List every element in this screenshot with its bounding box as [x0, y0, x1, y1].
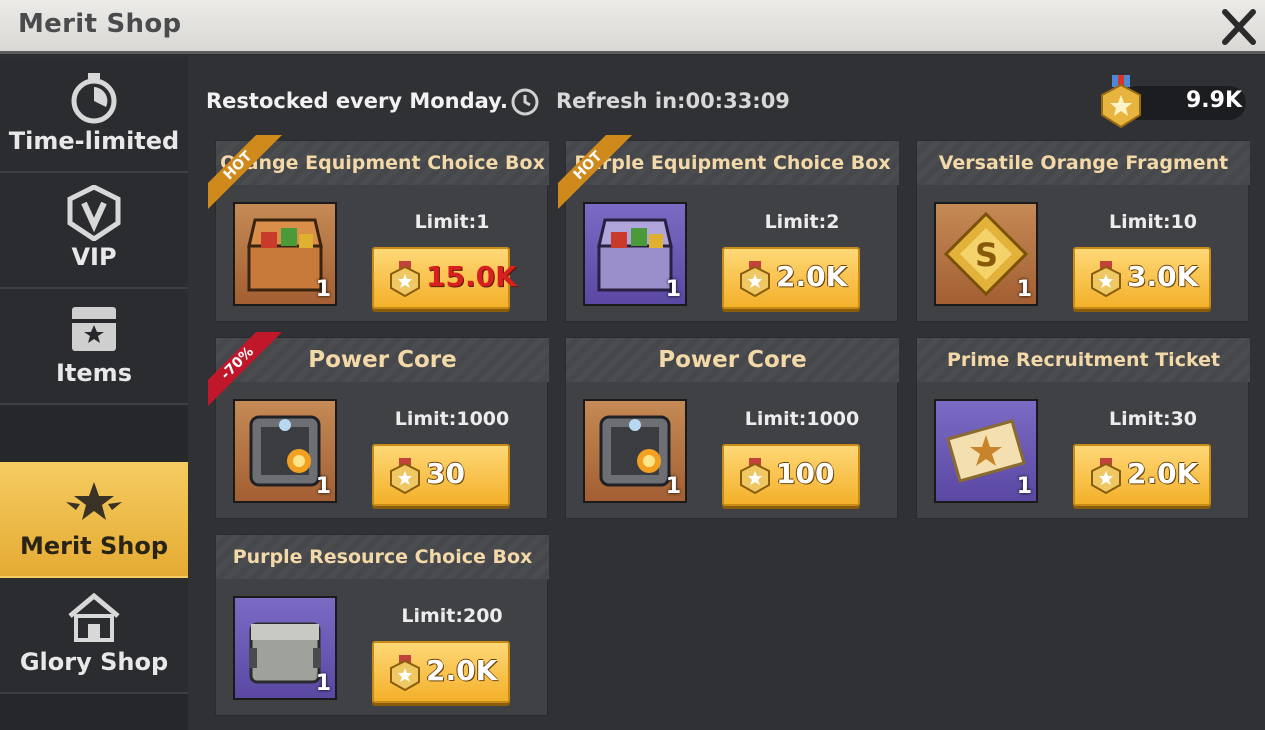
shop-house-icon: [68, 592, 120, 642]
item-limit: Limit:1000: [744, 408, 860, 430]
refresh-timer: Refresh in:00:33:09: [556, 89, 790, 113]
buy-button[interactable]: 2.0K: [1073, 444, 1211, 506]
merit-medal-icon: [740, 458, 770, 494]
merit-medal-icon: [390, 655, 420, 691]
shop-item-card: Prime Recruitment Ticket 1 Limit:30 2.0K: [916, 337, 1250, 519]
item-limit: Limit:2: [764, 211, 840, 233]
item-thumbnail[interactable]: 1: [233, 202, 337, 306]
stopwatch-icon: [71, 73, 117, 124]
item-thumbnail[interactable]: 1: [233, 399, 337, 503]
sidebar-item-glory-shop[interactable]: Glory Shop: [0, 578, 188, 694]
item-name: Power Core: [566, 338, 899, 382]
item-price: 15.0K: [426, 260, 517, 293]
window-title: Merit Shop: [18, 9, 182, 39]
merit-medal-icon: [1091, 458, 1121, 494]
merit-medal-icon: [1091, 261, 1121, 297]
shop-item-card: Versatile Orange Fragment S 1 Limit:10 3…: [916, 140, 1250, 322]
item-limit: Limit:10: [1108, 211, 1198, 233]
item-quantity: 1: [1016, 277, 1032, 302]
buy-button[interactable]: 2.0K: [722, 247, 860, 309]
discount-ribbon: -70%: [208, 332, 282, 406]
shop-item-card: Power Core 1 Limit:1000 30 -70%: [208, 332, 549, 519]
sidebar-item-time-limited[interactable]: Time-limited: [0, 57, 188, 173]
title-bar: Merit Shop: [0, 0, 1265, 54]
buy-button[interactable]: 15.0K: [372, 247, 517, 309]
hot-ribbon: HOT: [208, 135, 282, 209]
svg-text:S: S: [975, 236, 998, 274]
sidebar: Time-limited VIP Items Merit Shop Glory …: [0, 57, 188, 730]
buy-button[interactable]: 100: [722, 444, 860, 506]
restock-notice: Restocked every Monday.: [206, 89, 508, 113]
item-quantity: 1: [1016, 474, 1032, 499]
currency-amount: 9.9K: [1185, 88, 1242, 113]
item-price: 100: [776, 457, 835, 490]
sidebar-item-label: Time-limited: [8, 127, 180, 155]
item-quantity: 1: [315, 277, 331, 302]
shop-item-card: Orange Equipment Choice Box 1 Limit:1 15…: [208, 135, 549, 322]
shop-item-card: Purple Equipment Choice Box 1 Limit:2 2.…: [558, 135, 899, 322]
ribbon-label: -70%: [218, 344, 257, 383]
sidebar-item-merit-shop[interactable]: Merit Shop: [0, 462, 188, 578]
item-thumbnail[interactable]: 1: [583, 399, 687, 503]
item-name: Purple Resource Choice Box: [216, 535, 549, 579]
winged-star-icon: [66, 482, 122, 520]
item-name: Prime Recruitment Ticket: [917, 338, 1250, 382]
item-limit: Limit:30: [1108, 408, 1198, 430]
item-thumbnail[interactable]: 1: [583, 202, 687, 306]
sidebar-item-label: Merit Shop: [19, 532, 169, 560]
item-limit: Limit:1: [414, 211, 490, 233]
item-price: 2.0K: [426, 654, 498, 687]
item-quantity: 1: [665, 277, 681, 302]
merit-medal-icon: [1101, 75, 1141, 129]
item-price: 2.0K: [776, 260, 848, 293]
buy-button[interactable]: 2.0K: [372, 641, 510, 703]
vip-shield-icon: [67, 185, 121, 241]
item-limit: Limit:200: [401, 605, 503, 627]
merit-currency: 9.9K: [1096, 75, 1246, 129]
close-icon[interactable]: [1219, 4, 1259, 48]
sidebar-item-vip[interactable]: VIP: [0, 173, 188, 289]
item-quantity: 1: [315, 671, 331, 696]
shop-item-card: Purple Resource Choice Box 1 Limit:200 2…: [215, 534, 549, 716]
shop-main: Restocked every Monday. Refresh in:00:33…: [188, 57, 1265, 730]
buy-button[interactable]: 30: [372, 444, 510, 506]
item-name: Versatile Orange Fragment: [917, 141, 1250, 185]
item-thumbnail[interactable]: S 1: [934, 202, 1038, 306]
item-thumbnail[interactable]: 1: [233, 596, 337, 700]
item-box-icon: [72, 307, 116, 351]
item-price: 3.0K: [1127, 260, 1199, 293]
sidebar-item-label: Items: [56, 359, 132, 387]
item-quantity: 1: [315, 474, 331, 499]
buy-button[interactable]: 3.0K: [1073, 247, 1211, 309]
sidebar-item-label: Glory Shop: [19, 648, 169, 676]
merit-medal-icon: [390, 458, 420, 494]
sidebar-item-items[interactable]: Items: [0, 289, 188, 405]
shop-item-card: Power Core 1 Limit:1000 100: [565, 337, 899, 519]
item-price: 2.0K: [1127, 457, 1199, 490]
item-limit: Limit:1000: [394, 408, 510, 430]
item-price: 30: [426, 457, 465, 490]
item-quantity: 1: [665, 474, 681, 499]
sidebar-item-label: VIP: [71, 243, 117, 271]
merit-medal-icon: [390, 261, 420, 297]
clock-icon: [511, 88, 539, 116]
merit-medal-icon: [740, 261, 770, 297]
hot-ribbon: HOT: [558, 135, 632, 209]
item-thumbnail[interactable]: 1: [934, 399, 1038, 503]
